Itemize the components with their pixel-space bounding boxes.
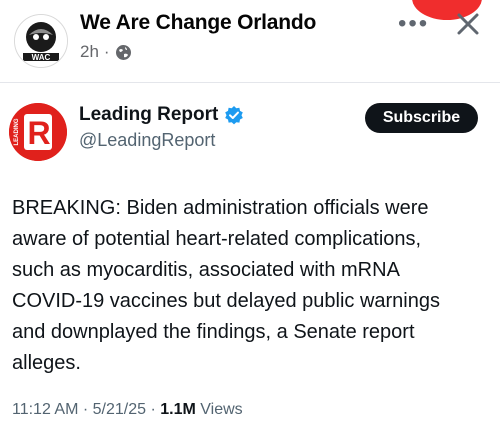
tweet-text-line: such as myocarditis, associated with mRN… [12, 259, 400, 281]
page-name[interactable]: We Are Change Orlando [80, 11, 316, 35]
views-count: 1.1M [160, 401, 196, 418]
tweet-author-name[interactable]: Leading Report [79, 104, 244, 126]
post-meta: 2h · [80, 42, 132, 62]
page-avatar[interactable]: WAC [14, 14, 68, 68]
avatar-side-text: LEADING [14, 118, 20, 145]
meta-separator: · [103, 42, 110, 61]
tweet-text-line: aware of potential heart-related complic… [12, 228, 422, 250]
tweet-author-avatar[interactable]: R LEADING [9, 103, 67, 161]
globe-icon [115, 44, 132, 61]
post-time[interactable]: 2h [80, 42, 99, 62]
close-icon[interactable] [452, 8, 484, 40]
post-header: WAC We Are Change Orlando 2h · ••• [0, 0, 500, 82]
avatar-letter: R [27, 115, 50, 151]
tweet-text-line: alleges. [12, 352, 81, 374]
more-options-icon[interactable]: ••• [398, 12, 432, 36]
tweet-text-line: BREAKING: Biden administration officials… [12, 197, 429, 219]
tweet-text: BREAKING: Biden administration officials… [12, 193, 488, 379]
tweet-timestamp[interactable]: 11:12 AM · 5/21/25 · [12, 401, 160, 418]
header-divider [0, 82, 500, 83]
tweet-author-handle[interactable]: @LeadingReport [79, 130, 215, 151]
tweet-text-line: and downplayed the findings, a Senate re… [12, 321, 415, 343]
author-name-text[interactable]: Leading Report [79, 104, 218, 126]
views-label: Views [200, 401, 243, 418]
verified-badge-icon [224, 105, 244, 125]
avatar-logo-text: WAC [32, 53, 51, 62]
tweet-text-line: COVID-19 vaccines but delayed public war… [12, 290, 440, 312]
tweet-footer: 11:12 AM · 5/21/25 · 1.1M Views [12, 401, 243, 419]
subscribe-button[interactable]: Subscribe [365, 103, 478, 133]
